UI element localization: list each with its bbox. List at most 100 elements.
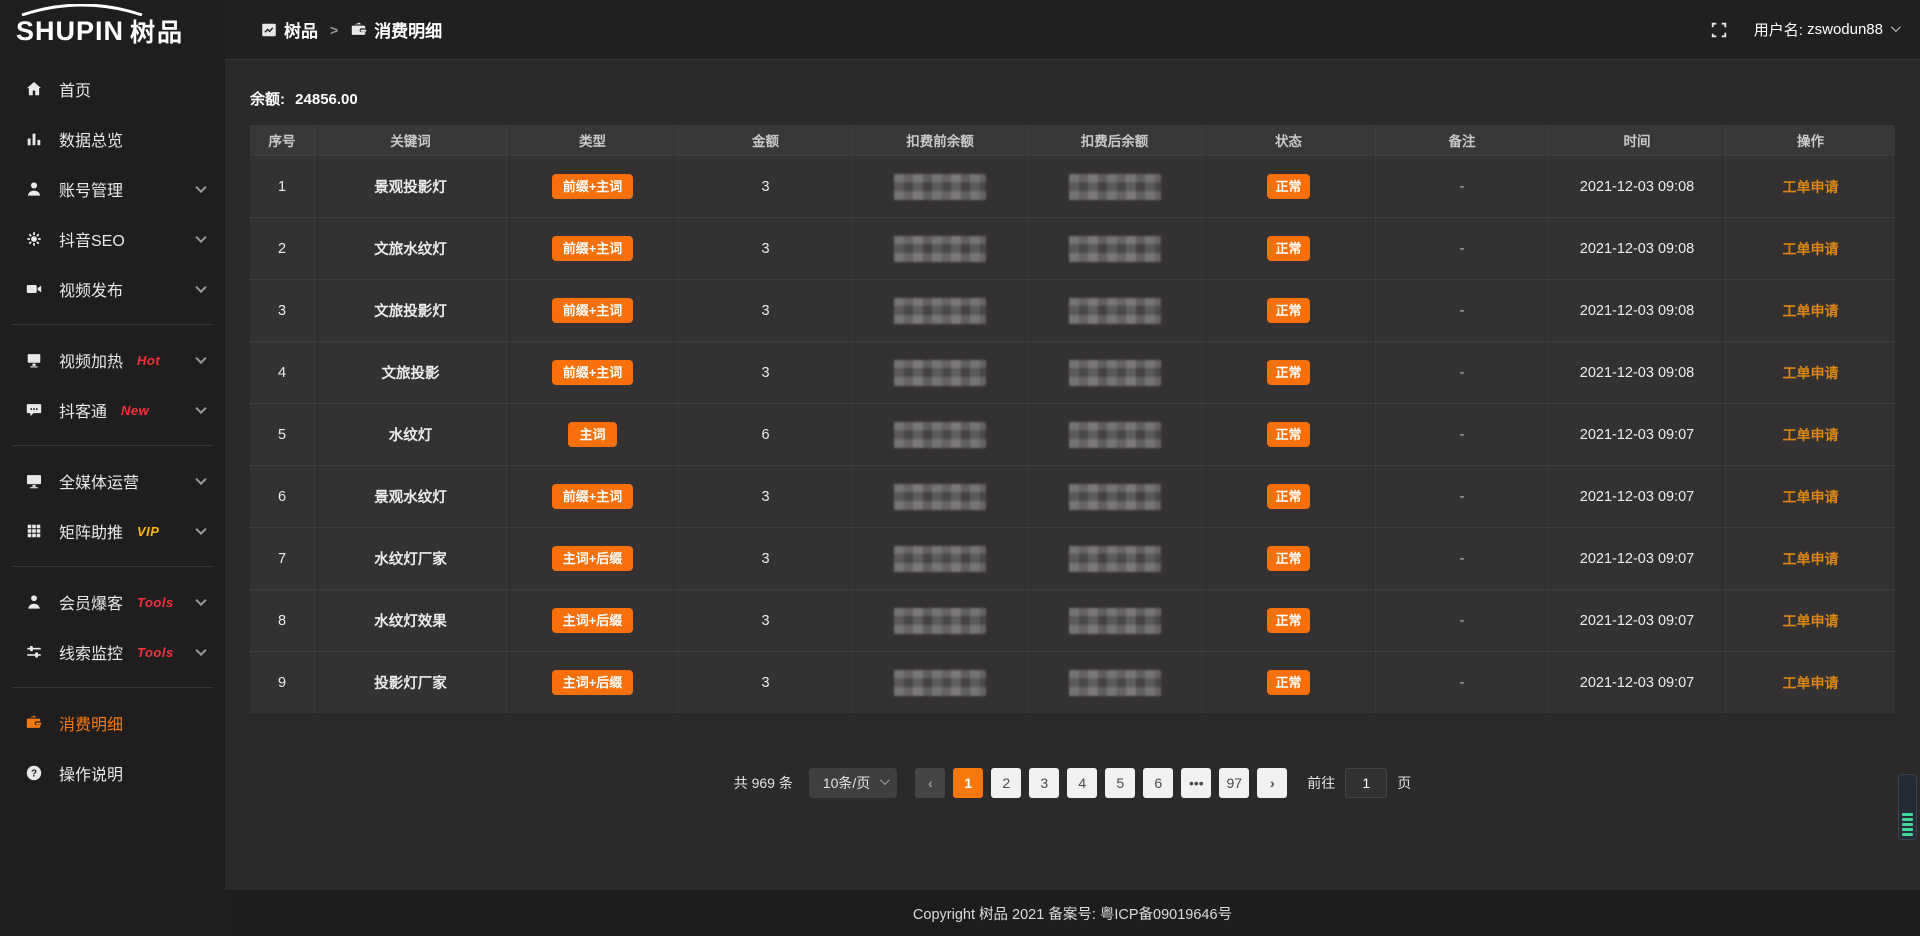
breadcrumb-item-current[interactable]: 消费明细 — [374, 17, 442, 42]
cell-type: 前缀+主词 — [507, 466, 679, 527]
sidebar-item-all-media[interactable]: 全媒体运营 — [0, 456, 225, 506]
table-row: 1景观投影灯前缀+主词3正常-2021-12-03 09:08工单申请 — [250, 155, 1895, 217]
page-button-5[interactable]: 5 — [1105, 768, 1135, 798]
work-order-link[interactable]: 工单申请 — [1783, 301, 1839, 321]
sidebar-item-label: 账号管理 — [59, 177, 123, 201]
work-order-link[interactable]: 工单申请 — [1783, 487, 1839, 507]
sidebar-item-member-booster[interactable]: 会员爆客Tools — [0, 577, 225, 627]
breadcrumb-item-root[interactable]: 树品 — [284, 17, 318, 42]
gear-icon — [24, 229, 44, 249]
monitor-icon — [24, 471, 44, 491]
sidebar-item-video-publish[interactable]: 视频发布 — [0, 264, 225, 314]
page-button-6[interactable]: 6 — [1143, 768, 1173, 798]
cell-keyword: 水纹灯厂家 — [315, 528, 507, 589]
fullscreen-icon[interactable] — [1710, 21, 1728, 39]
type-tag: 主词+后缀 — [552, 670, 634, 696]
column-header: 扣费前余额 — [853, 125, 1028, 155]
sidebar-item-video-heat[interactable]: 视频加热Hot — [0, 335, 225, 385]
topbar-right: 用户名: zswodun88 — [1710, 19, 1898, 40]
chevron-down-icon — [195, 524, 206, 535]
cell-index: 3 — [250, 280, 315, 341]
page-button-97[interactable]: 97 — [1219, 768, 1249, 798]
type-tag: 主词 — [568, 422, 616, 448]
work-order-link[interactable]: 工单申请 — [1783, 425, 1839, 445]
type-tag: 前缀+主词 — [552, 236, 634, 262]
page-button-4[interactable]: 4 — [1067, 768, 1097, 798]
blurred-value — [894, 174, 986, 200]
work-order-link[interactable]: 工单申请 — [1783, 611, 1839, 631]
prev-page-button[interactable]: ‹ — [915, 768, 945, 798]
work-order-link[interactable]: 工单申请 — [1783, 363, 1839, 383]
chevron-down-icon — [195, 403, 206, 414]
type-tag: 前缀+主词 — [552, 360, 634, 386]
more-pages-button[interactable]: ••• — [1181, 768, 1211, 798]
column-header: 时间 — [1549, 125, 1726, 155]
next-page-button[interactable]: › — [1257, 768, 1287, 798]
page-button-2[interactable]: 2 — [991, 768, 1021, 798]
cell-status: 正常 — [1202, 466, 1376, 527]
page-size-select[interactable]: 10条/页 — [809, 768, 897, 798]
goto-page-input[interactable] — [1345, 768, 1387, 798]
cell-index: 2 — [250, 218, 315, 279]
blurred-value — [894, 422, 986, 448]
sidebar-item-matrix-boost[interactable]: 矩阵助推VIP — [0, 506, 225, 556]
cell-index: 5 — [250, 404, 315, 465]
type-tag: 前缀+主词 — [552, 174, 634, 200]
consumption-table: 序号关键词类型金额扣费前余额扣费后余额状态备注时间操作 1景观投影灯前缀+主词3… — [250, 125, 1895, 713]
cell-action: 工单申请 — [1726, 528, 1895, 589]
scroll-indicator-widget[interactable] — [1898, 774, 1917, 840]
cell-amount: 3 — [679, 280, 853, 341]
blurred-value — [1069, 298, 1161, 324]
chevron-down-icon — [1891, 22, 1901, 32]
sidebar-item-lead-monitor[interactable]: 线索监控Tools — [0, 627, 225, 677]
sidebar-item-douyin-seo[interactable]: 抖音SEO — [0, 214, 225, 264]
status-badge: 正常 — [1267, 546, 1309, 572]
sidebar-badge: Tools — [137, 645, 174, 660]
cell-balance-after — [1028, 218, 1202, 279]
sidebar-item-data-overview[interactable]: 数据总览 — [0, 114, 225, 164]
chevron-down-icon — [195, 645, 206, 656]
balance-label: 余额: — [250, 91, 285, 108]
cell-index: 7 — [250, 528, 315, 589]
page-button-3[interactable]: 3 — [1029, 768, 1059, 798]
table-row: 3文旅投影灯前缀+主词3正常-2021-12-03 09:08工单申请 — [250, 279, 1895, 341]
sidebar-item-home[interactable]: 首页 — [0, 64, 225, 114]
work-order-link[interactable]: 工单申请 — [1783, 239, 1839, 259]
cell-remark: - — [1376, 590, 1549, 651]
status-badge: 正常 — [1267, 360, 1309, 386]
sidebar-item-consume-detail[interactable]: 消费明细 — [0, 698, 225, 748]
work-order-link[interactable]: 工单申请 — [1783, 549, 1839, 569]
user-menu[interactable]: 用户名: zswodun88 — [1754, 19, 1898, 40]
sidebar-item-instructions[interactable]: ?操作说明 — [0, 748, 225, 798]
menu-divider — [12, 445, 213, 446]
cell-type: 前缀+主词 — [507, 342, 679, 403]
sidebar-badge: VIP — [137, 524, 159, 539]
bar-chart-icon — [24, 129, 44, 149]
page-button-1[interactable]: 1 — [953, 768, 983, 798]
cell-keyword: 投影灯厂家 — [315, 652, 507, 713]
chevron-down-icon — [195, 182, 206, 193]
work-order-link[interactable]: 工单申请 — [1783, 177, 1839, 197]
sidebar-item-account[interactable]: 账号管理 — [0, 164, 225, 214]
cell-amount: 3 — [679, 528, 853, 589]
cell-remark: - — [1376, 342, 1549, 403]
column-header: 操作 — [1726, 125, 1895, 155]
cell-amount: 3 — [679, 342, 853, 403]
status-badge: 正常 — [1267, 298, 1309, 324]
chevron-down-icon — [880, 775, 890, 785]
cell-amount: 6 — [679, 404, 853, 465]
pagination: 共 969 条 10条/页 ‹ 123456•••97 › 前往 页 — [250, 768, 1895, 798]
menu-divider — [12, 566, 213, 567]
cell-balance-before — [853, 342, 1028, 403]
work-order-link[interactable]: 工单申请 — [1783, 673, 1839, 693]
blurred-value — [1069, 670, 1161, 696]
cell-remark: - — [1376, 652, 1549, 713]
sidebar-item-douketong[interactable]: 抖客通New — [0, 385, 225, 435]
cell-balance-before — [853, 466, 1028, 527]
menu-divider — [12, 324, 213, 325]
cell-status: 正常 — [1202, 156, 1376, 217]
cell-time: 2021-12-03 09:07 — [1549, 652, 1726, 713]
status-badge: 正常 — [1267, 484, 1309, 510]
cell-remark: - — [1376, 280, 1549, 341]
blurred-value — [1069, 484, 1161, 510]
